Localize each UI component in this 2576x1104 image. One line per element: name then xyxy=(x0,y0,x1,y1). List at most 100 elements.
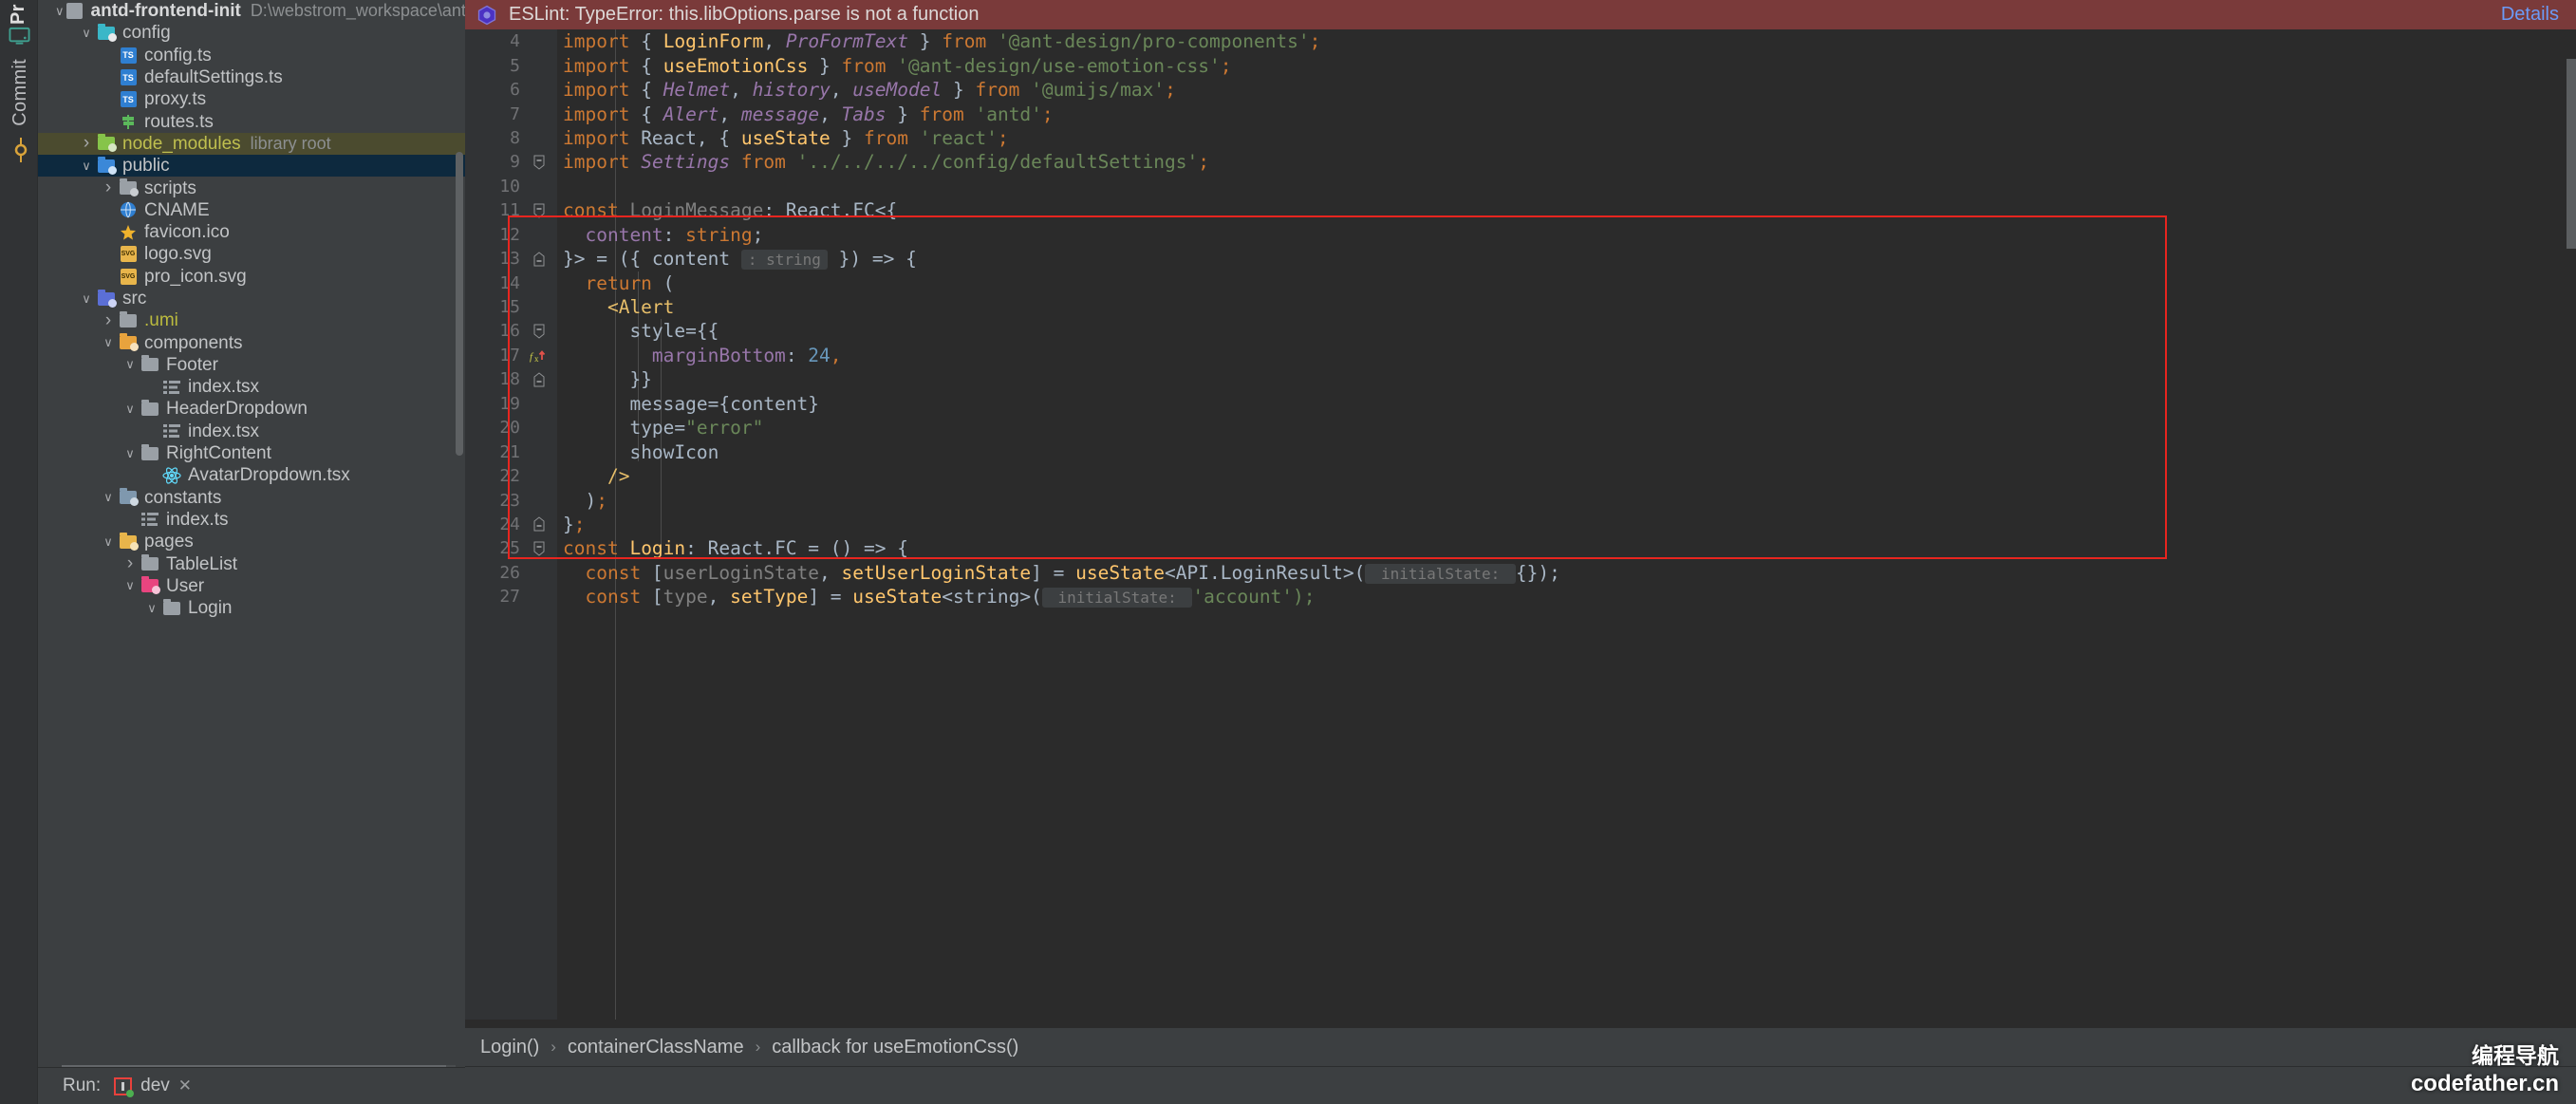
tree-vertical-scrollbar[interactable] xyxy=(456,152,463,456)
chevron-down-icon[interactable]: ∨ xyxy=(121,357,140,372)
run-tab-label: dev xyxy=(140,1076,170,1095)
tree-row-user[interactable]: ∨ User xyxy=(38,575,465,597)
commit-tool-group[interactable]: Commit xyxy=(9,59,31,162)
breadcrumb-item[interactable]: callback for useEmotionCss() xyxy=(772,1037,1018,1058)
tree-row-pages[interactable]: ∨ pages xyxy=(38,531,465,552)
project-file-tree[interactable]: ∨ antd-frontend-init D:\webstrom_workspace… xyxy=(38,0,465,619)
code-token: , xyxy=(719,103,741,125)
code-line[interactable]: 25 const Login: React.FC = () => { xyxy=(465,536,2576,560)
code-line[interactable]: 13}> = ({ content : string }) => { xyxy=(465,247,2576,271)
code-token: ; xyxy=(1220,54,1232,77)
folder-plain-icon xyxy=(140,554,160,573)
tree-row-public[interactable]: ∨ public xyxy=(38,155,465,178)
chevron-down-icon[interactable]: ∨ xyxy=(99,534,118,550)
code-line[interactable]: 10 xyxy=(465,175,2576,198)
tree-row-cname[interactable]: CNAME xyxy=(38,199,465,221)
code-line[interactable]: 27 const [type, setType] = useState<stri… xyxy=(465,585,2576,608)
code-line[interactable]: 4 import { LoginForm, ProFormText } from … xyxy=(465,29,2576,53)
folder-plain-icon xyxy=(140,399,160,419)
code-line[interactable]: 20 type="error" xyxy=(465,416,2576,440)
code-line[interactable]: 24}; xyxy=(465,513,2576,536)
code-token: showIcon xyxy=(629,440,719,463)
chevron-down-icon[interactable]: ∨ xyxy=(77,159,96,174)
tree-row-rightcontent[interactable]: ∨ RightContent xyxy=(38,442,465,464)
chevron-down-icon[interactable]: ∨ xyxy=(142,601,161,616)
code-line[interactable]: 21 showIcon xyxy=(465,440,2576,463)
eslint-details-link[interactable]: Details xyxy=(2501,4,2559,26)
tree-row-avatardropdown.tsx[interactable]: AvatarDropdown.tsx xyxy=(38,464,465,486)
breadcrumb[interactable]: Login() › containerClassName › callback for … xyxy=(465,1028,2576,1066)
tree-row-.umi[interactable]: › .umi xyxy=(38,309,465,331)
code-line[interactable]: 18 }} xyxy=(465,367,2576,391)
tree-row-pro_icon.svg[interactable]: SVG pro_icon.svg xyxy=(38,266,465,288)
code-line[interactable]: 5 import { useEmotionCss } from '@ant-des… xyxy=(465,53,2576,77)
code-line[interactable]: 11 const LoginMessage: React.FC<{ xyxy=(465,198,2576,222)
tree-row-proxy.ts[interactable]: TS proxy.ts xyxy=(38,88,465,110)
tree-row-config.ts[interactable]: TS config.ts xyxy=(38,45,465,66)
tree-row-antd-frontend-init[interactable]: ∨ antd-frontend-init D:\webstrom_workspace… xyxy=(38,0,465,22)
tree-row-components[interactable]: ∨ components xyxy=(38,331,465,353)
tree-row-index.tsx[interactable]: index.tsx xyxy=(38,376,465,398)
code-line[interactable]: 7 import { Alert, message, Tabs } from 'a… xyxy=(465,102,2576,125)
breadcrumb-item[interactable]: containerClassName xyxy=(568,1037,744,1058)
code-token: '@ant-design/pro-components' xyxy=(997,30,1310,53)
code-token: import xyxy=(563,103,630,125)
chevron-right-icon[interactable]: › xyxy=(121,553,140,574)
code-line[interactable]: 22 /> xyxy=(465,464,2576,488)
chevron-down-icon[interactable]: ∨ xyxy=(77,26,96,41)
chevron-down-icon[interactable]: ∨ xyxy=(77,291,96,307)
tree-row-headerdropdown[interactable]: ∨ HeaderDropdown xyxy=(38,398,465,420)
code-line[interactable]: 16 style={{ xyxy=(465,319,2576,343)
close-icon[interactable]: ✕ xyxy=(178,1076,192,1095)
preview-monitor-icon[interactable] xyxy=(9,27,30,46)
code-line[interactable]: 8 import React, { useState } from 'react'… xyxy=(465,126,2576,150)
tree-row-index.ts[interactable]: index.ts xyxy=(38,509,465,531)
tree-row-node_modules[interactable]: › node_modules library root xyxy=(38,132,465,156)
code-line[interactable]: 23 ); xyxy=(465,488,2576,512)
line-number: 18 xyxy=(499,369,520,390)
folder-src-icon xyxy=(96,289,117,309)
chevron-down-icon[interactable]: ∨ xyxy=(121,402,140,417)
chevron-down-icon[interactable]: ∨ xyxy=(121,446,140,461)
breadcrumb-item[interactable]: Login() xyxy=(480,1037,539,1058)
tree-row-src[interactable]: ∨ src xyxy=(38,288,465,309)
tree-row-index.tsx[interactable]: index.tsx xyxy=(38,421,465,442)
run-tab-dev[interactable]: dev ✕ xyxy=(114,1076,192,1097)
code-token: ; xyxy=(573,513,586,535)
chevron-down-icon[interactable]: ∨ xyxy=(99,335,118,350)
line-number: 14 xyxy=(499,272,520,293)
chevron-down-icon[interactable]: ∨ xyxy=(121,578,140,593)
chevron-right-icon[interactable]: › xyxy=(99,310,118,331)
code-editor[interactable]: 4 import { LoginForm, ProFormText } from … xyxy=(465,29,2576,1020)
tree-row-routes.ts[interactable]: routes.ts xyxy=(38,110,465,132)
code-line[interactable]: 9 import Settings from '../../../../confi… xyxy=(465,150,2576,174)
code-line[interactable]: 14 return ( xyxy=(465,271,2576,294)
tree-row-logo.svg[interactable]: SVG logo.svg xyxy=(38,243,465,265)
tree-item-label: constants xyxy=(144,487,222,508)
project-tool-label[interactable]: Pr xyxy=(8,0,29,25)
code-text[interactable]: 4 import { LoginForm, ProFormText } from … xyxy=(465,29,2576,609)
tree-row-favicon.ico[interactable]: favicon.ico xyxy=(38,221,465,243)
tree-row-tablelist[interactable]: › TableList xyxy=(38,552,465,574)
code-line[interactable]: 19 message={content} xyxy=(465,392,2576,416)
code-line[interactable]: 26 const [userLoginState, setUserLoginSt… xyxy=(465,561,2576,585)
code-line[interactable]: 12 content: string; xyxy=(465,223,2576,247)
code-line[interactable]: 15 <Alert xyxy=(465,295,2576,319)
left-tool-rail: Pr Commit xyxy=(0,0,38,1104)
chevron-right-icon[interactable]: › xyxy=(99,178,118,198)
tree-row-constants[interactable]: ∨ constants xyxy=(38,487,465,509)
code-line[interactable]: 6 import { Helmet, history, useModel } fr… xyxy=(465,78,2576,102)
tree-row-footer[interactable]: ∨ Footer xyxy=(38,354,465,376)
editor-vertical-scrollbar[interactable] xyxy=(2567,59,2576,249)
chevron-right-icon[interactable]: › xyxy=(77,133,96,154)
routes-icon xyxy=(118,112,139,131)
tree-row-defaultsettings.ts[interactable]: TS defaultSettings.ts xyxy=(38,66,465,88)
code-token: import xyxy=(563,54,630,77)
tree-row-login[interactable]: ∨ Login xyxy=(38,597,465,619)
code-line[interactable]: 17 f x marginBottom: 24, xyxy=(465,344,2576,367)
tree-row-scripts[interactable]: › scripts xyxy=(38,177,465,198)
chevron-down-icon[interactable]: ∨ xyxy=(55,4,65,19)
tree-row-config[interactable]: ∨ config xyxy=(38,22,465,44)
chevron-down-icon[interactable]: ∨ xyxy=(99,490,118,505)
